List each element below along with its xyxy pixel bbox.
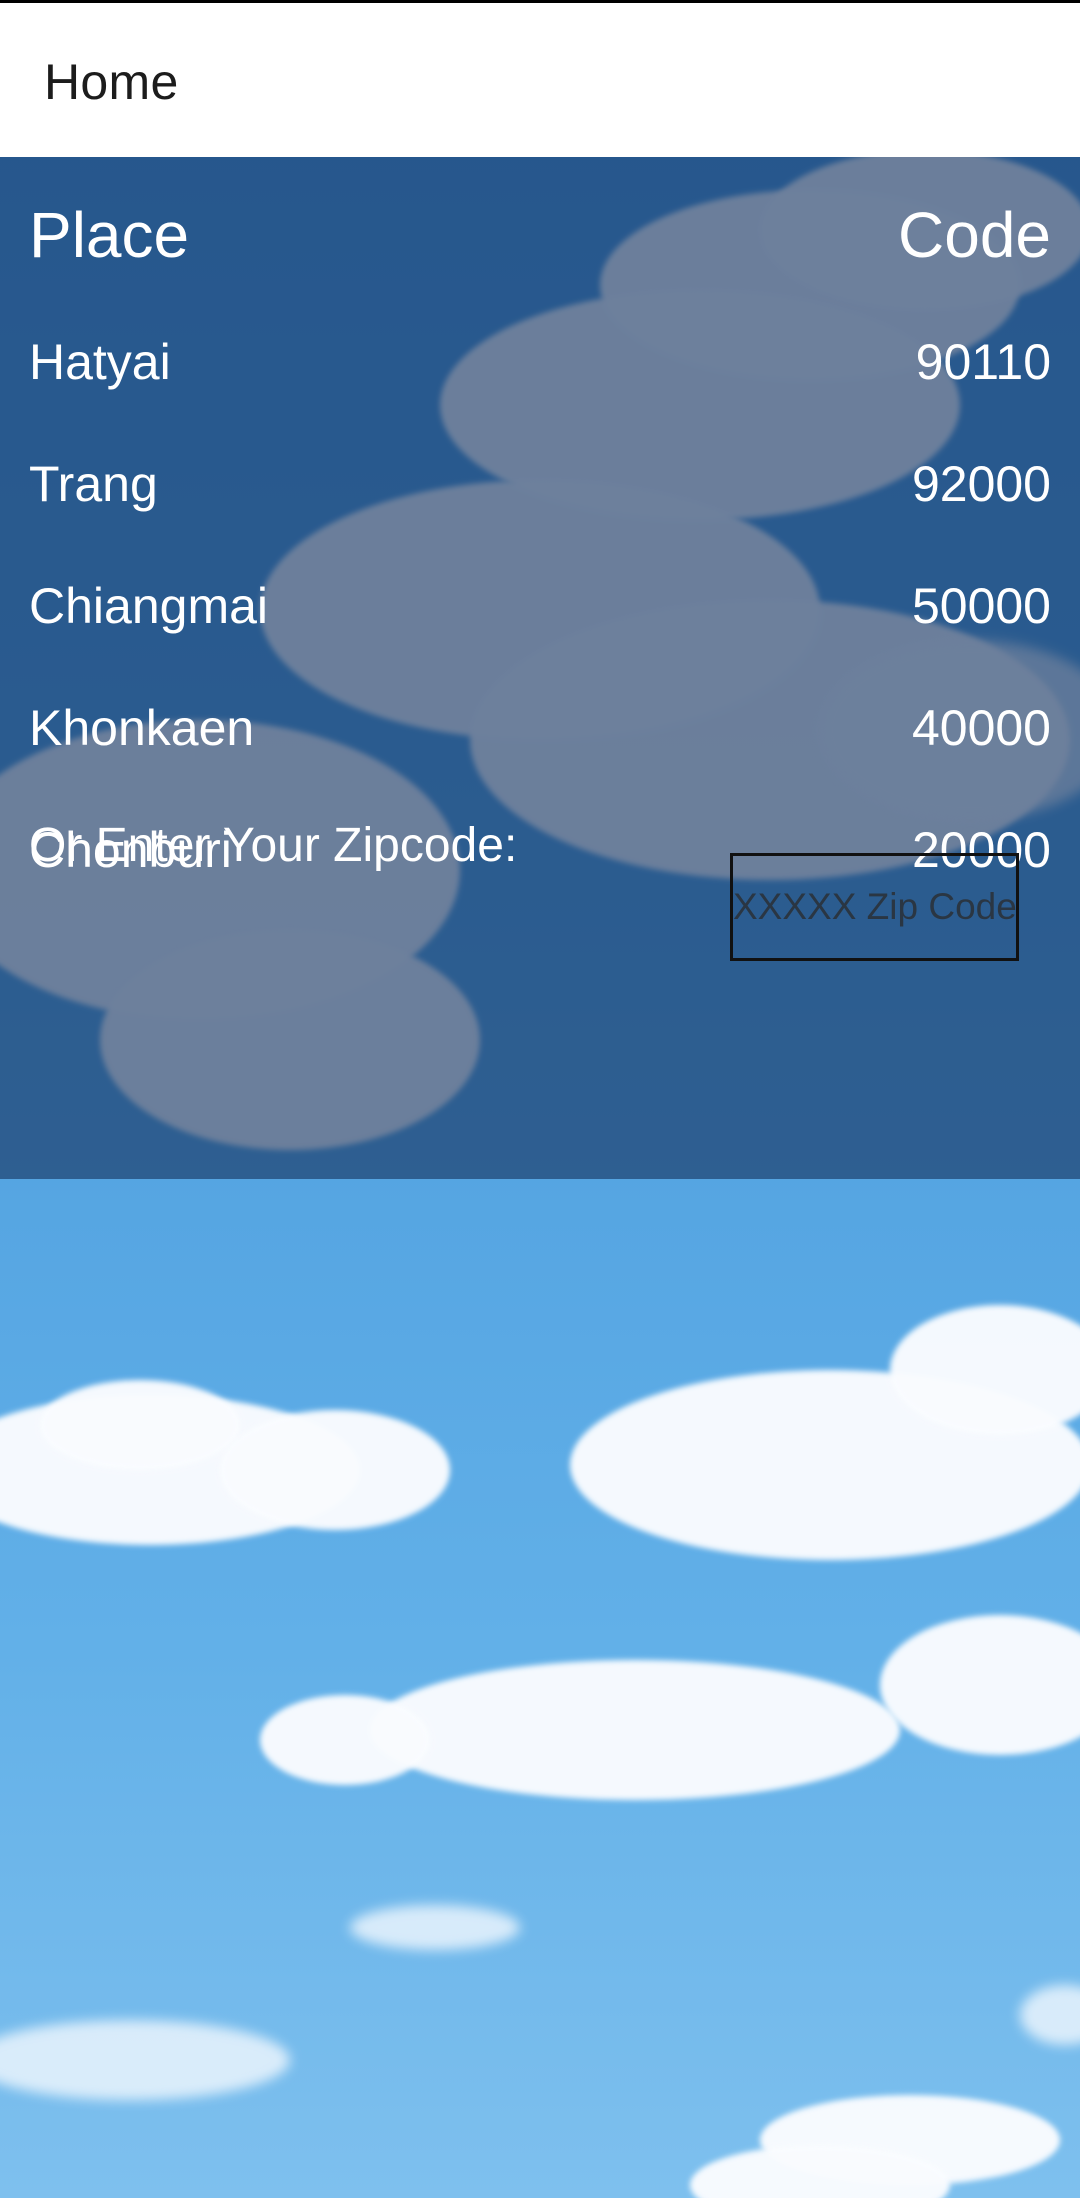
zip-code: 90110 [915, 334, 1051, 390]
place-name: Chiangmai [29, 578, 269, 634]
zipcode-label: Or Enter Your Zipcode: [29, 819, 518, 872]
place-name: Trang [29, 456, 158, 512]
table-row[interactable]: Chiangmai 50000 [29, 571, 1051, 641]
zip-code: 50000 [911, 578, 1051, 634]
table-row[interactable]: Khonkaen 40000 [29, 693, 1051, 763]
zipcode-input[interactable] [730, 853, 1019, 961]
zip-code: 92000 [911, 456, 1051, 512]
code-column-header: Code [898, 199, 1051, 271]
place-name: Khonkaen [29, 700, 255, 756]
zipcode-panel: Place Code Hatyai 90110 Trang 92000 Chia… [0, 157, 1080, 1179]
app-bar: Home [0, 3, 1080, 157]
page-title: Home [44, 54, 179, 110]
table-row[interactable]: Trang 92000 [29, 449, 1051, 519]
zip-code: 40000 [911, 700, 1051, 756]
place-name: Hatyai [29, 334, 171, 390]
table-row[interactable]: Hatyai 90110 [29, 327, 1051, 397]
table-header: Place Code [29, 195, 1051, 275]
place-column-header: Place [29, 199, 190, 271]
